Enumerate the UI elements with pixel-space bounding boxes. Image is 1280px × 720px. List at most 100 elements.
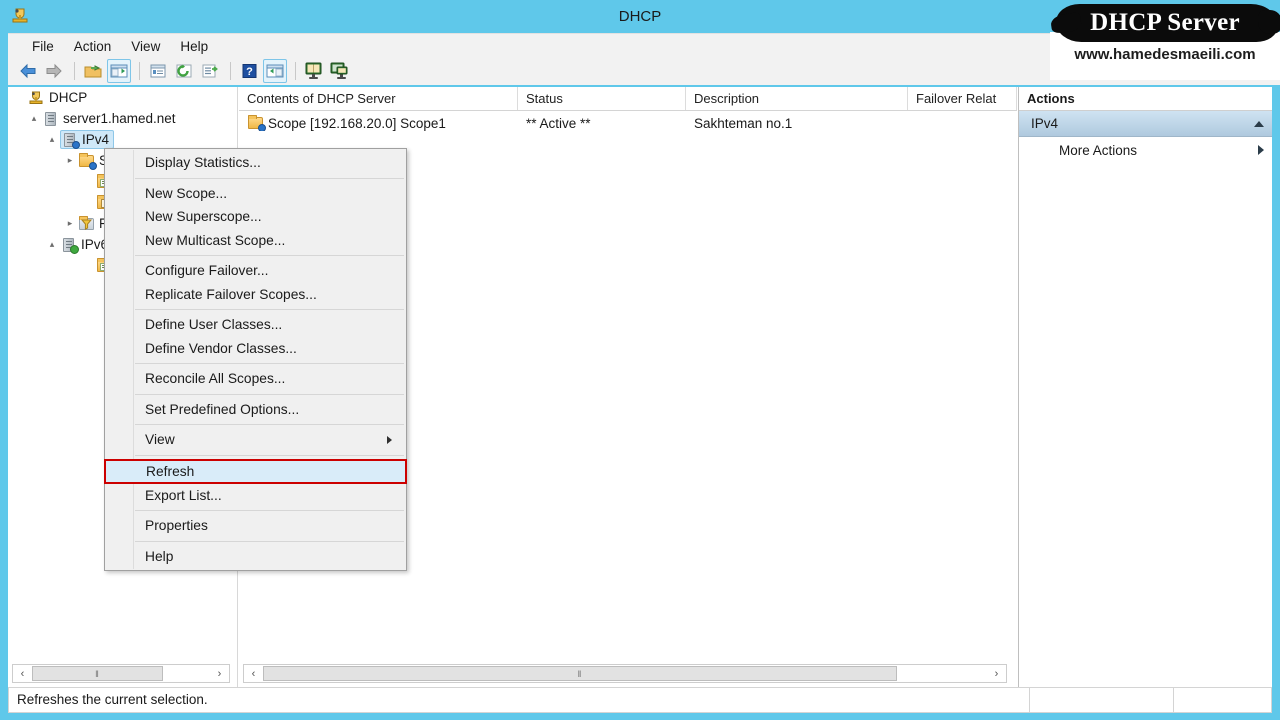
ctx-display-statistics[interactable]: Display Statistics... [105,151,406,175]
watermark: DHCP Server www.hamedesmaeili.com [1050,0,1280,80]
dhcp-root-icon [28,90,46,106]
actions-pane: Actions IPv4 More Actions [1018,87,1272,687]
column-header-status[interactable]: Status [518,87,686,110]
context-menu-separator [135,424,404,425]
actions-group-ipv4[interactable]: IPv4 [1019,111,1272,137]
cell-description: Sakhteman no.1 [694,115,793,131]
tree-twisty [80,195,96,211]
ctx-new-superscope[interactable]: New Superscope... [105,205,406,229]
show-hide-console-tree-icon[interactable] [107,59,131,83]
server-ok-icon [60,237,79,254]
submenu-arrow-icon [387,435,392,444]
actions-group-label: IPv4 [1031,116,1059,131]
ctx-replicate-failover-scopes[interactable]: Replicate Failover Scopes... [105,283,406,307]
ctx-item-label: Export List... [145,487,222,503]
caret-up-icon[interactable] [1254,120,1264,127]
tree-node-label: DHCP [49,90,88,105]
menu-view[interactable]: View [121,37,170,56]
ctx-help[interactable]: Help [105,545,406,569]
scroll-left-button[interactable]: ‹ [13,665,32,682]
tree-twisty[interactable]: ▸ [62,153,78,169]
ctx-new-scope[interactable]: New Scope... [105,182,406,206]
tree-twisty[interactable]: ▴ [44,132,60,148]
ctx-export-list[interactable]: Export List... [105,484,406,508]
ctx-item-label: Refresh [146,463,195,479]
list-hscroll-thumb[interactable]: ‖ [263,666,897,681]
scroll-left-button[interactable]: ‹ [244,665,263,682]
context-menu-separator [135,540,404,542]
tree-twisty[interactable]: ▴ [44,237,60,253]
help-icon[interactable]: ? [237,59,261,83]
tree-node-server[interactable]: ▴ server1.hamed.net [8,108,237,129]
ctx-view[interactable]: View [105,428,406,452]
table-row[interactable]: Scope [192.168.20.0] Scope1 ** Active **… [239,111,1017,135]
ctx-item-label: Set Predefined Options... [145,401,300,417]
tree-twisty[interactable]: ▸ [62,216,78,232]
context-menu-separator [135,454,404,456]
cell-contents-text: Scope [192.168.20.0] Scope1 [268,115,446,131]
cell-status: ** Active ** [526,115,591,131]
list-view-header: Contents of DHCP Server Status Descripti… [239,87,1017,111]
tree-twisty [80,258,96,274]
ctx-define-user-classes[interactable]: Define User Classes... [105,313,406,337]
ctx-item-label: Replicate Failover Scopes... [145,286,317,302]
tree-hscroll-track[interactable]: ‖ [32,665,210,682]
context-menu-separator [135,393,404,395]
ctx-reconcile-all-scopes[interactable]: Reconcile All Scopes... [105,367,406,391]
context-menu-separator [135,255,404,256]
tree-node-ipv4[interactable]: ▴ IPv4 [8,129,237,150]
ctx-configure-failover[interactable]: Configure Failover... [105,259,406,283]
ctx-properties[interactable]: Properties [105,514,406,538]
properties-icon[interactable] [146,59,170,83]
dhcp-console-window: DHCP File Action View Help ? DHCP ▴ serv… [0,0,1280,720]
actions-pane-title: Actions [1019,87,1272,111]
status-cell-3 [1174,688,1271,712]
tree-node-dhcp[interactable]: DHCP [8,87,237,108]
ctx-new-multicast-scope[interactable]: New Multicast Scope... [105,229,406,253]
ctx-item-label: View [145,432,175,448]
caret-right-icon[interactable] [1258,145,1264,155]
context-menu[interactable]: Display Statistics... New Scope... New S… [104,148,407,571]
server-icon [42,111,60,127]
ctx-item-label: New Superscope... [145,209,262,225]
list-hscrollbar[interactable]: ‹ ‖ › [243,664,1007,683]
tree-twisty[interactable]: ▴ [26,111,42,127]
tree-hscroll-thumb[interactable]: ‖ [32,666,163,681]
status-bar: Refreshes the current selection. [8,687,1272,713]
tree-twisty [80,174,96,190]
scope-folder-icon [247,115,266,131]
tree-twisty [12,90,28,106]
toolbar-separator-4 [295,62,296,80]
show-hide-action-pane-icon[interactable] [263,59,287,83]
actions-item-more-actions[interactable]: More Actions [1019,137,1272,163]
menu-file[interactable]: File [22,37,64,56]
up-one-level-icon[interactable] [81,59,105,83]
ctx-item-label: Display Statistics... [145,155,261,171]
status-cell-2 [1030,688,1173,712]
column-header-failover-relationship[interactable]: Failover Relat [908,87,1017,110]
ctx-refresh[interactable]: Refresh [104,458,407,484]
ctx-set-predefined-options[interactable]: Set Predefined Options... [105,398,406,422]
list-hscroll-track[interactable]: ‖ [263,665,987,682]
watermark-url: www.hamedesmaeili.com [1074,46,1256,63]
tree-hscrollbar[interactable]: ‹ ‖ › [12,664,230,683]
refresh-icon[interactable] [172,59,196,83]
forward-icon[interactable] [42,59,66,83]
back-icon[interactable] [16,59,40,83]
ctx-item-label: New Multicast Scope... [145,232,286,248]
menu-action[interactable]: Action [64,37,122,56]
filters-folder-icon [78,215,96,232]
ctx-item-label: New Scope... [145,185,228,201]
column-header-contents[interactable]: Contents of DHCP Server [239,87,518,110]
scope-folder-icon [78,152,97,170]
ctx-define-vendor-classes[interactable]: Define Vendor Classes... [105,337,406,361]
scroll-right-button[interactable]: › [987,665,1006,682]
export-list-icon[interactable] [198,59,222,83]
scroll-right-button[interactable]: › [210,665,229,682]
ctx-item-label: Define User Classes... [145,317,283,333]
ctx-item-label: Define Vendor Classes... [145,340,297,356]
manage-authorized-servers-icon[interactable] [328,59,352,83]
menu-help[interactable]: Help [170,37,218,56]
column-header-description[interactable]: Description [686,87,908,110]
add-server-icon[interactable] [302,59,326,83]
